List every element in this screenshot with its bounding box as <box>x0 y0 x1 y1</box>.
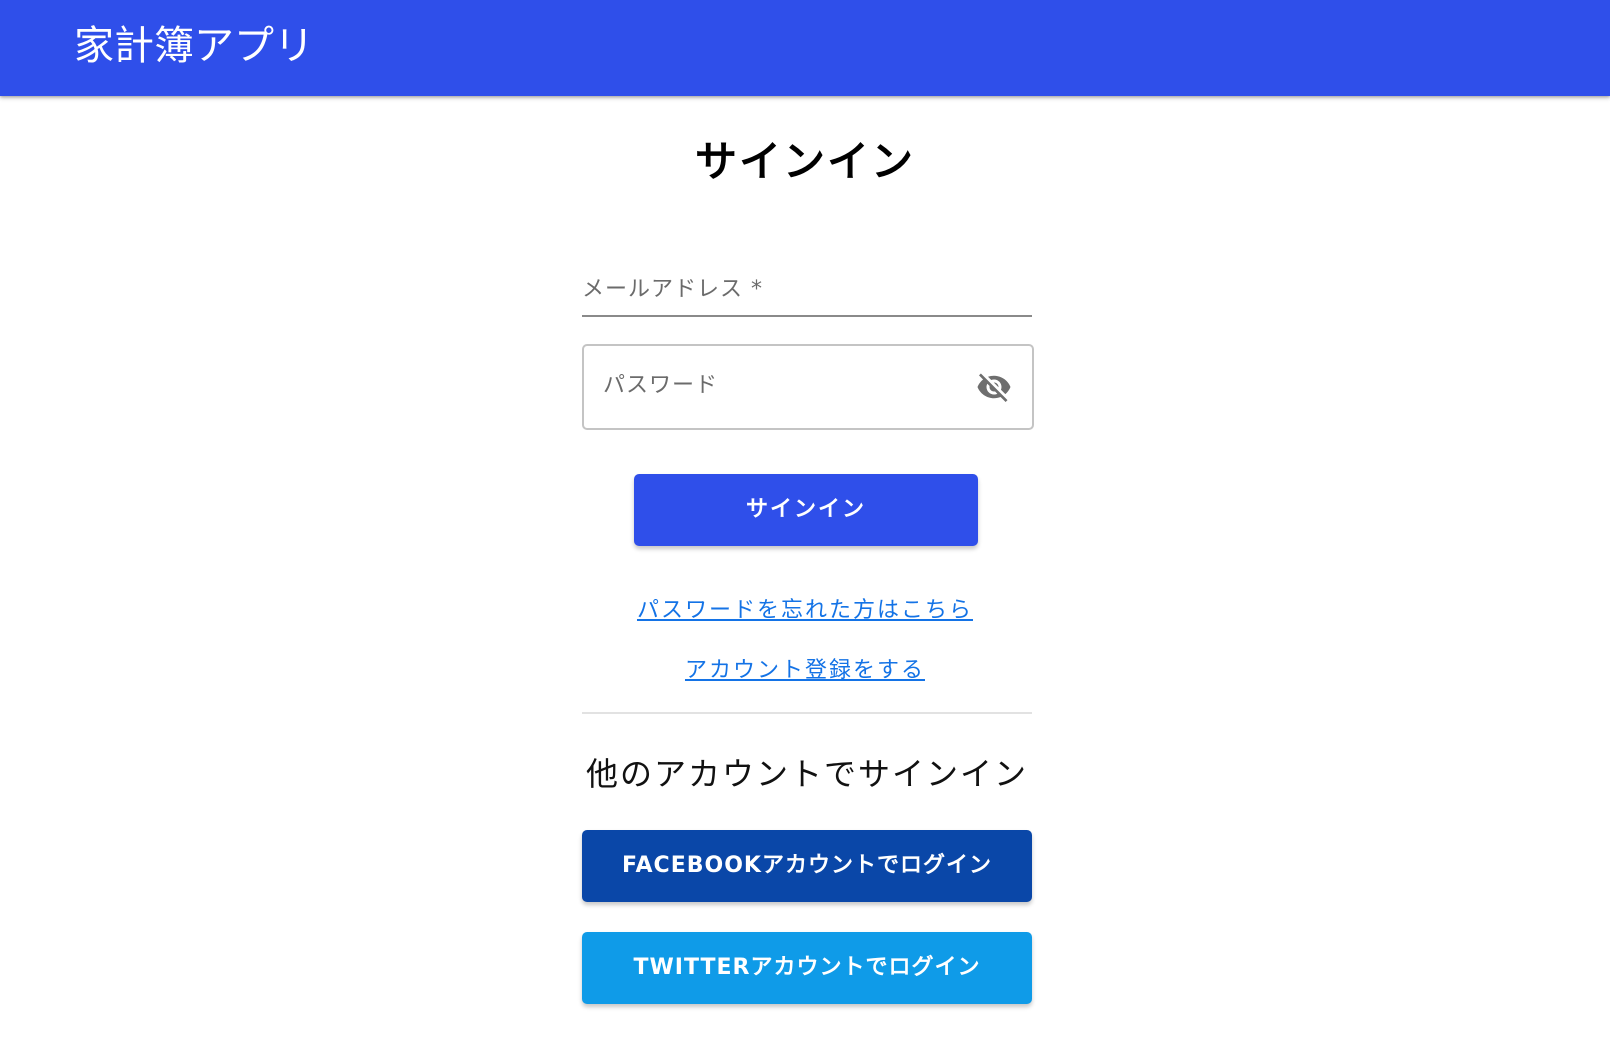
page-title: サインイン <box>694 137 915 186</box>
email-field-label: メールアドレス * <box>582 277 763 302</box>
email-field[interactable]: メールアドレス * <box>582 270 1032 317</box>
visibility-off-icon[interactable] <box>976 369 1012 405</box>
password-field[interactable]: パスワード <box>582 344 1034 430</box>
facebook-login-button[interactable]: FACEBOOKアカウントでログイン <box>582 830 1032 902</box>
signin-button[interactable]: サインイン <box>634 474 978 546</box>
visibility-off-icon-graphic <box>977 373 1011 402</box>
divider <box>582 712 1032 714</box>
password-field-label: パスワード <box>603 373 719 398</box>
forgot-password-link[interactable]: パスワードを忘れた方はこちら <box>0 596 1610 626</box>
register-account-link[interactable]: アカウント登録をする <box>0 656 1610 686</box>
app-title: 家計簿アプリ <box>74 23 314 69</box>
social-signin-heading: 他のアカウントでサインイン <box>585 755 1028 793</box>
app-bar: 家計簿アプリ <box>0 0 1610 96</box>
twitter-login-button[interactable]: TWITTERアカウントでログイン <box>582 932 1032 1004</box>
